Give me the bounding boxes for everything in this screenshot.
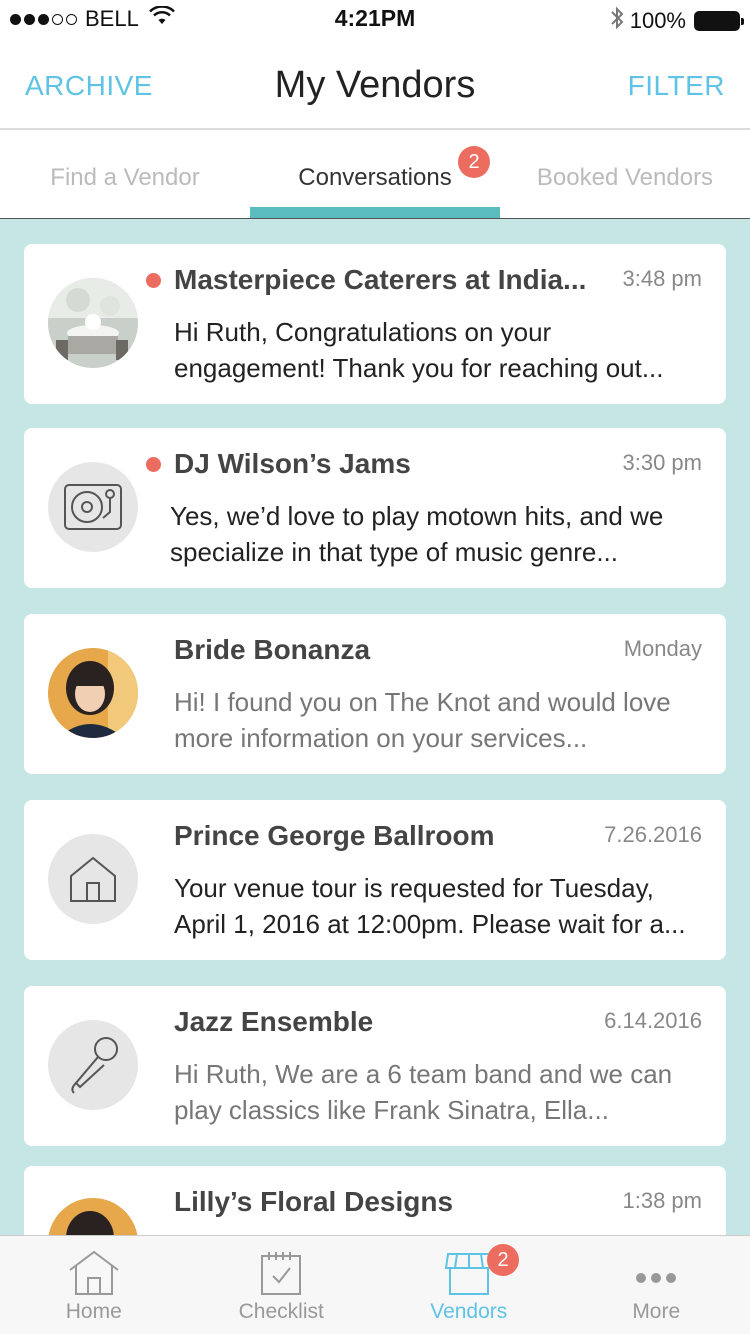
vendor-avatar	[48, 278, 138, 368]
tab-label: Conversations	[298, 164, 452, 191]
tab-find-a-vendor[interactable]: Find a Vendor	[0, 132, 250, 218]
conversation-list[interactable]: Masterpiece Caterers at India... 3:48 pm…	[0, 219, 750, 1235]
conversation-item[interactable]: DJ Wilson’s Jams 3:30 pm Yes, we’d love …	[24, 428, 726, 588]
message-preview: Yes, we’d love to play motown hits, and …	[170, 501, 664, 567]
vendor-name: DJ Wilson’s Jams	[174, 448, 411, 479]
vendor-name: Bride Bonanza	[174, 634, 371, 665]
vendor-avatar	[48, 1020, 138, 1110]
message-preview: Hi Ruth, Congratulations on your engagem…	[174, 317, 664, 383]
microphone-icon	[71, 1037, 118, 1094]
tab-booked-vendors[interactable]: Booked Vendors	[500, 132, 750, 218]
tab-label: More	[632, 1300, 681, 1323]
unread-indicator	[146, 457, 161, 472]
battery-icon	[694, 11, 744, 31]
house-icon	[70, 856, 116, 902]
tab-home[interactable]: Home	[0, 1236, 188, 1334]
status-bar: BELL 4:21PM 100%	[0, 0, 750, 40]
message-time: Monday	[623, 636, 702, 661]
tab-label: Checklist	[238, 1300, 324, 1323]
photo-person-icon	[48, 648, 138, 738]
checklist-icon	[261, 1252, 302, 1295]
vendor-name: Lilly’s Floral Designs	[174, 1186, 454, 1217]
filter-button[interactable]: FILTER	[628, 70, 725, 102]
message-preview: Hi Ruth, We are a 6 team band and we can…	[174, 1059, 673, 1125]
vendor-tabs: Find a Vendor Conversations 2 Booked Ven…	[0, 132, 750, 219]
vendor-avatar	[48, 462, 138, 552]
conversation-item[interactable]: Lilly’s Floral Designs 1:38 pm	[24, 1166, 726, 1235]
tab-checklist[interactable]: Checklist	[188, 1236, 376, 1334]
vendors-count-badge: 2	[487, 1244, 519, 1276]
vendor-name: Jazz Ensemble	[174, 1006, 374, 1037]
vendor-avatar	[48, 1198, 138, 1235]
conversation-item[interactable]: Bride Bonanza Monday Hi! I found you on …	[24, 614, 726, 774]
photo-venue-icon	[48, 278, 138, 368]
conversation-item[interactable]: Prince George Ballroom 7.26.2016 Your ve…	[24, 800, 726, 960]
turntable-icon	[64, 484, 122, 530]
vendor-name: Prince George Ballroom	[174, 820, 495, 851]
message-time: 3:30 pm	[622, 450, 703, 475]
bottom-tab-bar: Home Checklist Vendors 2 More	[0, 1235, 750, 1334]
message-preview: Your venue tour is requested for Tuesday…	[174, 873, 686, 939]
bluetooth-icon	[610, 6, 624, 36]
unread-indicator	[146, 273, 161, 288]
tab-vendors[interactable]: Vendors 2	[375, 1236, 563, 1334]
vendor-avatar	[48, 834, 138, 924]
tab-label: Home	[65, 1300, 122, 1323]
conversation-item[interactable]: Masterpiece Caterers at India... 3:48 pm…	[24, 244, 726, 404]
tab-more[interactable]: More	[563, 1236, 750, 1334]
navigation-bar: ARCHIVE My Vendors FILTER	[0, 40, 750, 130]
conversations-count-badge: 2	[458, 146, 490, 178]
message-time: 6.14.2016	[604, 1008, 702, 1033]
vendor-name: Masterpiece Caterers at India...	[174, 264, 587, 295]
message-time: 3:48 pm	[622, 266, 703, 291]
more-icon	[636, 1273, 677, 1283]
message-preview: Hi! I found you on The Knot and would lo…	[174, 687, 671, 753]
tab-label: Find a Vendor	[50, 164, 200, 191]
photo-person-icon	[48, 1198, 138, 1235]
message-time: 1:38 pm	[622, 1188, 703, 1213]
tab-label: Vendors	[430, 1300, 508, 1323]
tab-label: Booked Vendors	[536, 164, 714, 191]
vendor-avatar	[48, 648, 138, 738]
tab-conversations[interactable]: Conversations 2	[250, 132, 500, 218]
home-icon	[69, 1250, 119, 1295]
message-time: 7.26.2016	[604, 822, 702, 847]
battery-percent: 100%	[629, 8, 686, 33]
conversation-item[interactable]: Jazz Ensemble 6.14.2016 Hi Ruth, We are …	[24, 986, 726, 1146]
status-right: 100%	[610, 6, 744, 36]
